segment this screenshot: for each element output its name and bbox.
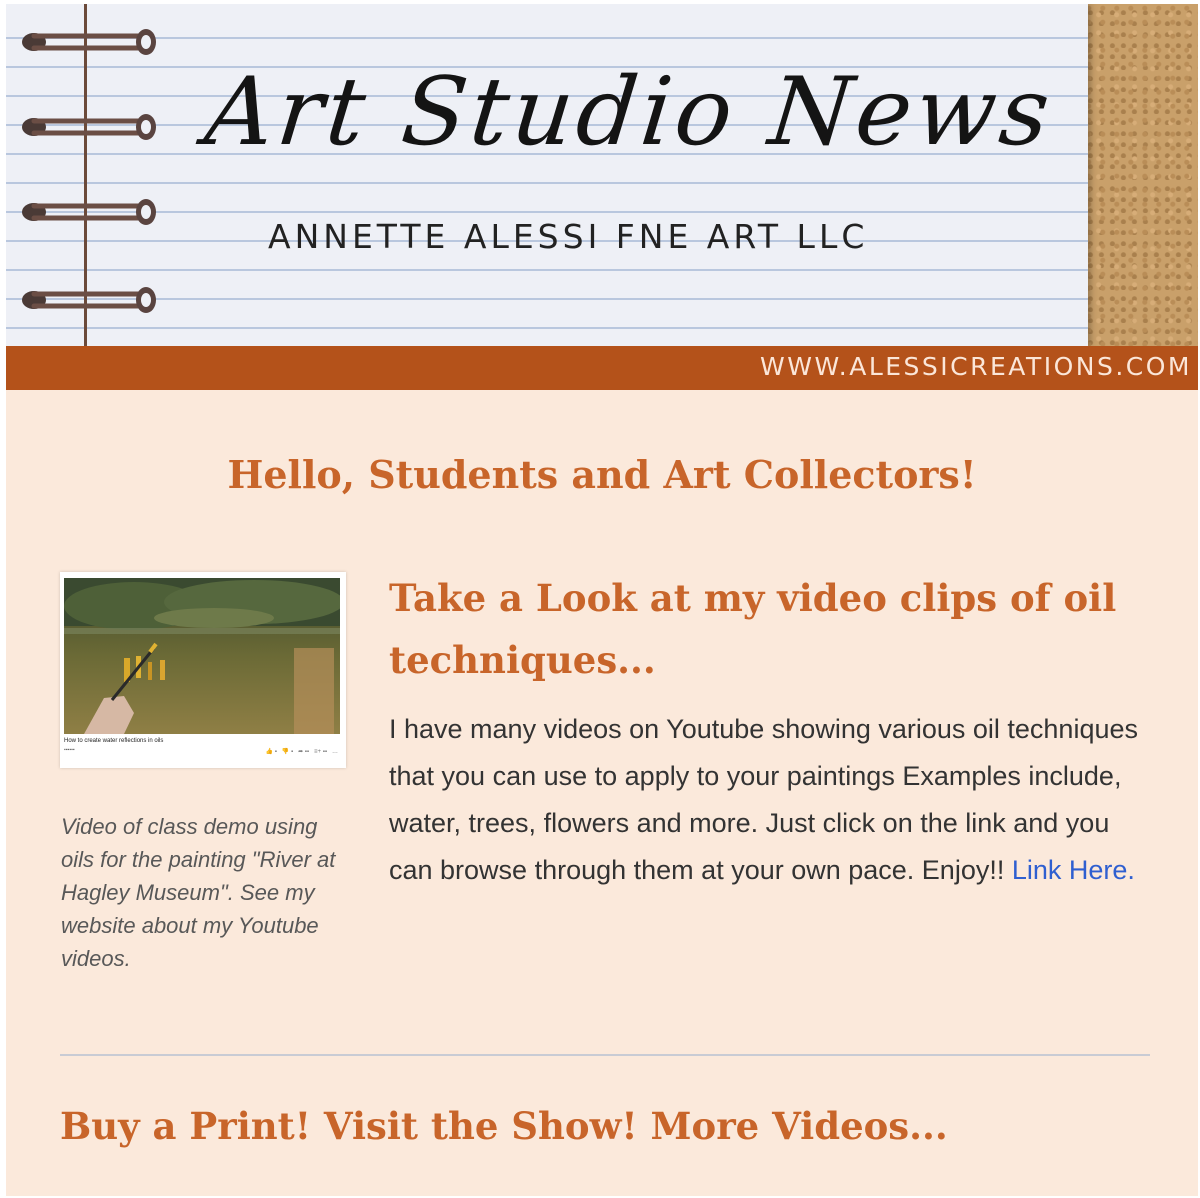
company-name: ANNETTE ALESSI FNE ART LLC — [268, 217, 869, 256]
painting-video-frame — [64, 578, 340, 734]
video-section-body: I have many videos on Youtube showing va… — [389, 706, 1159, 894]
newsletter-title: Art Studio News — [200, 58, 1059, 167]
video-section-title: Take a Look at my video clips of oil tec… — [389, 576, 1117, 682]
newsletter-page: Art Studio News ANNETTE ALESSI FNE ART L… — [6, 4, 1198, 1196]
next-section-title: Buy a Print! Visit the Show! More Videos… — [60, 1104, 948, 1148]
thumbnail-view-count: ▪▪▪▪▪▪ — [64, 747, 75, 753]
spiral-ring-icon — [14, 280, 164, 320]
website-bar: WWW.ALESSICREATIONS.COM — [6, 346, 1198, 390]
spiral-ring-icon — [14, 107, 164, 147]
notebook-card: Art Studio News ANNETTE ALESSI FNE ART L… — [6, 4, 1088, 346]
youtube-link[interactable]: Link Here. — [1012, 855, 1135, 885]
thumbnail-action-icons: 👍 ▪ 👎 ▪ ➦ ▪▪ ≡+ ▪▪ … — [265, 749, 338, 755]
greeting-heading: Hello, Students and Art Collectors! — [227, 452, 977, 497]
video-thumbnail[interactable]: How to create water reflections in oils … — [60, 572, 346, 768]
thumbnail-video-title: How to create water reflections in oils — [64, 738, 164, 744]
website-url[interactable]: WWW.ALESSICREATIONS.COM — [760, 352, 1192, 381]
section-divider — [60, 1054, 1150, 1056]
header-banner: Art Studio News ANNETTE ALESSI FNE ART L… — [6, 4, 1198, 346]
video-caption: Video of class demo using oils for the p… — [61, 814, 336, 971]
spiral-ring-icon — [14, 192, 164, 232]
spiral-ring-icon — [14, 22, 164, 62]
corkboard-background — [1086, 4, 1198, 346]
